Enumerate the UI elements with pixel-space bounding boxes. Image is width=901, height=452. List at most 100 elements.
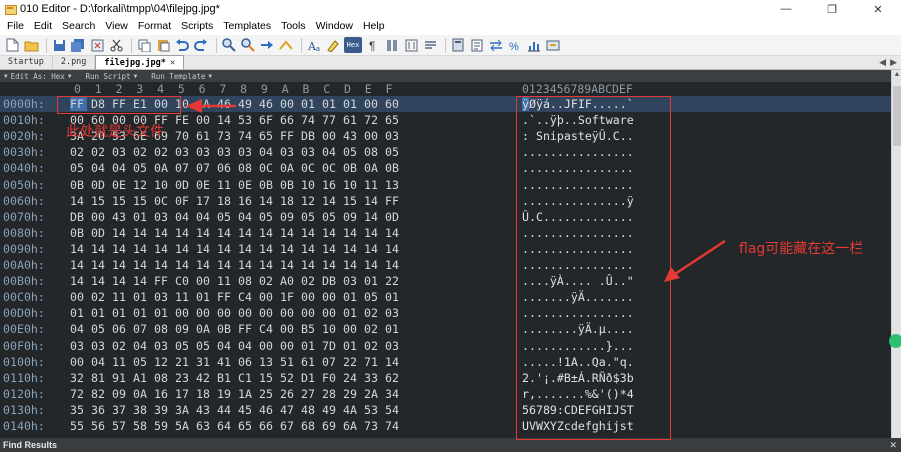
row-bytes[interactable]: 00 04 11 05 12 21 31 41 06 13 51 61 07 2… — [70, 354, 399, 370]
row-bytes[interactable]: 05 04 04 05 0A 07 07 06 08 0C 0A 0C 0C 0… — [70, 160, 399, 176]
row-address: 00C0h: — [3, 290, 45, 305]
row-bytes[interactable]: 14 14 14 14 FF C0 00 11 08 02 A0 02 DB 0… — [70, 273, 399, 289]
title-bar: 010 Editor - D:\forkali\tmpp\04\filejpg.… — [0, 0, 901, 18]
paste-icon[interactable] — [155, 37, 171, 53]
menu-search[interactable]: Search — [57, 18, 100, 35]
floating-assistant-icon[interactable] — [889, 334, 901, 348]
svg-text:%: % — [509, 41, 519, 52]
row-bytes[interactable]: 00 02 11 01 03 11 01 FF C4 00 1F 00 00 0… — [70, 289, 399, 305]
row-bytes[interactable]: 14 14 14 14 14 14 14 14 14 14 14 14 14 1… — [70, 241, 399, 257]
tab-filejpg-label: filejpg.jpg* — [104, 57, 166, 68]
hex-view-icon[interactable]: Hex — [344, 37, 362, 53]
close-panel-icon[interactable]: ✕ — [889, 440, 897, 451]
row-bytes[interactable]: 04 05 06 07 08 09 0A 0B FF C4 00 B5 10 0… — [70, 321, 399, 337]
tab-2-png[interactable]: 2.png — [53, 56, 96, 69]
menu-templates[interactable]: Templates — [218, 18, 276, 35]
close-tab-icon[interactable]: ✕ — [170, 57, 175, 69]
close-button[interactable]: ✕ — [855, 0, 901, 18]
new-file-icon[interactable] — [4, 37, 20, 53]
save-all-icon[interactable] — [70, 37, 86, 53]
undo-icon[interactable] — [174, 37, 190, 53]
row-bytes[interactable]: 14 15 15 15 0C 0F 17 18 16 14 18 12 14 1… — [70, 193, 399, 209]
header-annotation-text: 此处就是头文件 — [66, 124, 164, 140]
row-address: 00A0h: — [3, 258, 45, 272]
menu-help[interactable]: Help — [358, 18, 390, 35]
run-template-button[interactable]: Run Template ▼ — [151, 72, 212, 81]
row-address: 00E0h: — [3, 322, 45, 337]
paragraph-icon[interactable]: ¶ — [365, 37, 381, 53]
tab-navigation: ◀ ▶ — [879, 57, 897, 68]
font-icon[interactable]: Aa — [306, 37, 322, 53]
run-script-button[interactable]: Run Script ▼ — [85, 72, 137, 81]
menu-window[interactable]: Window — [311, 18, 358, 35]
wrap-icon[interactable] — [422, 37, 438, 53]
menu-view[interactable]: View — [100, 18, 133, 35]
row-bytes[interactable]: 72 82 09 0A 16 17 18 19 1A 25 26 27 28 2… — [70, 386, 399, 402]
row-address: 0050h: — [3, 177, 45, 192]
open-folder-icon[interactable] — [23, 37, 39, 53]
row-address: 0120h: — [3, 386, 45, 401]
row-address: 0030h: — [3, 145, 45, 160]
row-bytes[interactable]: 03 03 02 04 03 05 05 04 04 00 00 01 7D 0… — [70, 338, 399, 354]
vertical-scrollbar[interactable]: ▲ — [891, 70, 901, 438]
compare-icon[interactable] — [488, 37, 504, 53]
header-annotation-box — [57, 96, 181, 114]
row-bytes[interactable]: 0B 0D 0E 12 10 0D 0E 11 0E 0B 0B 10 16 1… — [70, 177, 399, 193]
row-address: 0040h: — [3, 161, 45, 176]
tab-startup[interactable]: Startup — [0, 56, 53, 69]
row-address: 00F0h: — [3, 338, 45, 353]
insert-icon[interactable] — [403, 37, 419, 53]
ascii-annotation-box — [516, 96, 671, 440]
find-icon[interactable] — [221, 37, 237, 53]
row-bytes[interactable]: 14 14 14 14 14 14 14 14 14 14 14 14 14 1… — [70, 257, 399, 273]
toolbar-separator — [216, 37, 217, 53]
dropdown-arrow-icon: ▼ — [208, 72, 213, 80]
redo-icon[interactable] — [193, 37, 209, 53]
tab-scroll-left-icon[interactable]: ◀ — [879, 57, 886, 68]
columns-icon[interactable] — [384, 37, 400, 53]
restore-button[interactable]: ❐ — [809, 0, 855, 18]
tab-scroll-right-icon[interactable]: ▶ — [890, 57, 897, 68]
row-address: 0100h: — [3, 354, 45, 369]
dropdown-arrow-icon: ▼ — [67, 72, 72, 80]
goto-icon[interactable] — [278, 37, 294, 53]
row-bytes[interactable]: 01 01 01 01 01 00 00 00 00 00 00 00 00 0… — [70, 305, 399, 321]
file-tabs: Startup 2.png filejpg.jpg* ✕ ◀ ▶ — [0, 55, 901, 70]
row-address: 00B0h: — [3, 274, 45, 289]
clipboard-icon[interactable] — [469, 37, 485, 53]
row-address: 0130h: — [3, 402, 45, 417]
bookmark-icon[interactable] — [545, 37, 561, 53]
row-bytes[interactable]: 32 81 91 A1 08 23 42 B1 C1 15 52 D1 F0 2… — [70, 370, 399, 386]
histogram-icon[interactable] — [526, 37, 542, 53]
copy-icon[interactable] — [136, 37, 152, 53]
window-title: 010 Editor - D:\forkali\tmpp\04\filejpg.… — [20, 3, 220, 15]
svg-text:a: a — [316, 46, 320, 52]
menu-tools[interactable]: Tools — [276, 18, 311, 35]
row-address: 0070h: — [3, 209, 45, 224]
row-bytes[interactable]: 35 36 37 38 39 3A 43 44 45 46 47 48 49 4… — [70, 402, 399, 418]
menu-format[interactable]: Format — [133, 18, 176, 35]
cut-icon[interactable] — [108, 37, 124, 53]
find-next-icon[interactable] — [240, 37, 256, 53]
edit-as-dropdown[interactable]: ▼ Edit As: Hex ▼ — [4, 72, 71, 81]
highlight-icon[interactable] — [325, 37, 341, 53]
row-bytes[interactable]: 55 56 57 58 59 5A 63 64 65 66 67 68 69 6… — [70, 418, 399, 434]
scroll-thumb[interactable] — [893, 86, 901, 146]
menu-edit[interactable]: Edit — [29, 18, 57, 35]
scroll-up-icon[interactable]: ▲ — [893, 71, 901, 79]
menu-file[interactable]: File — [2, 18, 29, 35]
percent-icon[interactable]: % — [507, 37, 523, 53]
replace-icon[interactable] — [259, 37, 275, 53]
calculator-icon[interactable] — [450, 37, 466, 53]
row-bytes[interactable]: DB 00 43 01 03 04 04 05 04 05 09 05 05 0… — [70, 209, 399, 225]
run-template-label: Run Template — [151, 71, 206, 81]
close-file-icon[interactable] — [89, 37, 105, 53]
minimize-button[interactable]: — — [763, 0, 809, 18]
row-bytes[interactable]: 0B 0D 14 14 14 14 14 14 14 14 14 14 14 1… — [70, 225, 399, 241]
menu-scripts[interactable]: Scripts — [176, 18, 218, 35]
toolbar-separator — [445, 37, 446, 53]
row-bytes[interactable]: 02 02 03 02 02 03 03 03 03 04 03 03 04 0… — [70, 144, 399, 160]
toolbar-separator — [46, 37, 47, 53]
save-icon[interactable] — [51, 37, 67, 53]
tab-filejpg[interactable]: filejpg.jpg* ✕ — [95, 55, 185, 69]
